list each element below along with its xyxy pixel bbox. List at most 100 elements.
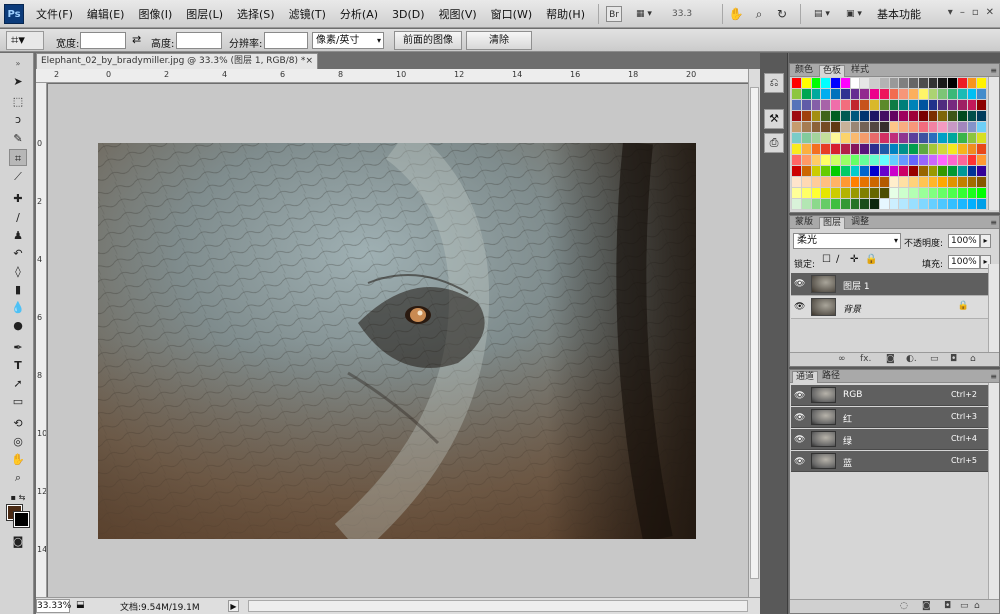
color-swatch[interactable]: [831, 100, 840, 110]
color-swatch[interactable]: [870, 122, 879, 132]
channels-scrollbar[interactable]: [988, 383, 999, 600]
color-swatch[interactable]: [801, 199, 811, 209]
color-swatch[interactable]: [792, 188, 801, 198]
color-swatch[interactable]: [831, 133, 840, 143]
color-swatch[interactable]: [889, 122, 899, 132]
close-button[interactable]: ✕: [986, 7, 994, 18]
color-swatch[interactable]: [821, 111, 830, 121]
toolbox-collapse-icon[interactable]: »: [9, 55, 27, 72]
tab-channels[interactable]: 通道: [792, 371, 819, 383]
color-swatch[interactable]: [860, 78, 869, 88]
color-swatch[interactable]: [918, 133, 928, 143]
color-swatch[interactable]: [977, 155, 986, 165]
status-zoom-field[interactable]: 33.33%: [36, 599, 71, 613]
color-swatch[interactable]: [811, 199, 821, 209]
color-swatch[interactable]: [957, 166, 967, 176]
dodge-tool-icon[interactable]: ●: [9, 317, 27, 334]
channel-row[interactable]: 👁 蓝 Ctrl+5: [791, 451, 989, 472]
move-tool-icon[interactable]: ➤: [9, 73, 27, 90]
color-swatch[interactable]: [821, 177, 830, 187]
layer-row[interactable]: 👁 背景 🔒: [791, 296, 989, 319]
color-swatch[interactable]: [840, 144, 850, 154]
color-swatch[interactable]: [948, 177, 957, 187]
color-swatch[interactable]: [928, 188, 938, 198]
blur-tool-icon[interactable]: 💧: [9, 299, 27, 316]
eraser-tool-icon[interactable]: ◊: [9, 263, 27, 280]
channel-row[interactable]: 👁 红 Ctrl+3: [791, 407, 989, 428]
color-swatch[interactable]: [870, 144, 879, 154]
lock-transparency-icon[interactable]: ☐: [822, 254, 831, 265]
color-swatch[interactable]: [938, 78, 947, 88]
color-swatch[interactable]: [889, 78, 899, 88]
color-swatch[interactable]: [860, 122, 869, 132]
front-image-button[interactable]: 前面的图像: [394, 31, 462, 50]
tab-styles[interactable]: 样式: [848, 65, 872, 77]
menu-layer[interactable]: 图层(L): [186, 6, 223, 22]
view-extras-button[interactable]: ▦ ▾: [630, 6, 658, 22]
tab-masks[interactable]: 蒙版: [792, 217, 816, 229]
color-swatch[interactable]: [831, 188, 840, 198]
color-swatch[interactable]: [909, 111, 918, 121]
color-swatch[interactable]: [850, 188, 860, 198]
color-swatch[interactable]: [811, 155, 821, 165]
arrange-documents-button[interactable]: ▤ ▾: [808, 6, 836, 22]
color-swatch[interactable]: [918, 100, 928, 110]
color-swatch[interactable]: [811, 89, 821, 99]
layer-mask-icon[interactable]: ◙: [886, 354, 895, 364]
color-swatch[interactable]: [792, 155, 801, 165]
adjustment-layer-icon[interactable]: ◐.: [906, 354, 917, 364]
resolution-input[interactable]: [264, 32, 308, 49]
color-swatch[interactable]: [928, 122, 938, 132]
color-swatch[interactable]: [899, 133, 908, 143]
3d-orbit-tool-icon[interactable]: ◎: [9, 433, 27, 450]
opacity-slider-arrow[interactable]: ▸: [980, 234, 991, 248]
color-swatch[interactable]: [948, 133, 957, 143]
color-swatch[interactable]: [860, 144, 869, 154]
color-swatch[interactable]: [977, 144, 986, 154]
color-swatch[interactable]: [860, 177, 869, 187]
panel-menu-icon[interactable]: ≡: [990, 372, 997, 381]
color-swatch[interactable]: [899, 89, 908, 99]
color-swatch[interactable]: [792, 89, 801, 99]
color-swatch[interactable]: [918, 166, 928, 176]
color-swatch[interactable]: [850, 100, 860, 110]
color-swatch[interactable]: [860, 111, 869, 121]
menu-filter[interactable]: 滤镜(T): [289, 6, 326, 22]
color-swatch[interactable]: [811, 111, 821, 121]
color-swatch[interactable]: [909, 100, 918, 110]
color-swatch[interactable]: [879, 166, 889, 176]
channel-row[interactable]: 👁 RGB Ctrl+2: [791, 385, 989, 406]
color-swatch[interactable]: [938, 133, 947, 143]
width-input[interactable]: [80, 32, 126, 49]
color-swatch[interactable]: [909, 177, 918, 187]
color-swatch[interactable]: [928, 100, 938, 110]
color-swatch[interactable]: [967, 89, 977, 99]
color-swatch[interactable]: [967, 100, 977, 110]
brush-tool-icon[interactable]: ∕: [9, 209, 27, 226]
scrollbar-thumb[interactable]: [750, 87, 759, 579]
color-swatch[interactable]: [840, 78, 850, 88]
color-swatch[interactable]: [850, 177, 860, 187]
color-swatch[interactable]: [899, 111, 908, 121]
color-swatch[interactable]: [840, 133, 850, 143]
color-swatch[interactable]: [801, 177, 811, 187]
history-panel-icon[interactable]: ⎌: [764, 73, 784, 93]
color-swatch[interactable]: [811, 133, 821, 143]
color-swatch[interactable]: [967, 177, 977, 187]
color-swatch[interactable]: [928, 144, 938, 154]
color-swatch[interactable]: [870, 188, 879, 198]
menu-3d[interactable]: 3D(D): [392, 8, 425, 21]
color-swatch[interactable]: [918, 199, 928, 209]
color-swatch[interactable]: [792, 177, 801, 187]
document-canvas[interactable]: [48, 84, 748, 597]
workspace-dropdown-icon[interactable]: ▾: [948, 7, 953, 18]
new-layer-icon[interactable]: ◘: [950, 354, 957, 364]
marquee-tool-icon[interactable]: ⬚: [9, 93, 27, 110]
menu-help[interactable]: 帮助(H): [546, 6, 585, 22]
color-swatch[interactable]: [889, 199, 899, 209]
color-swatch[interactable]: [889, 111, 899, 121]
color-swatch[interactable]: [860, 166, 869, 176]
color-swatch[interactable]: [928, 133, 938, 143]
opacity-input[interactable]: 100%: [948, 234, 980, 248]
tab-swatches[interactable]: 色板: [819, 65, 846, 77]
